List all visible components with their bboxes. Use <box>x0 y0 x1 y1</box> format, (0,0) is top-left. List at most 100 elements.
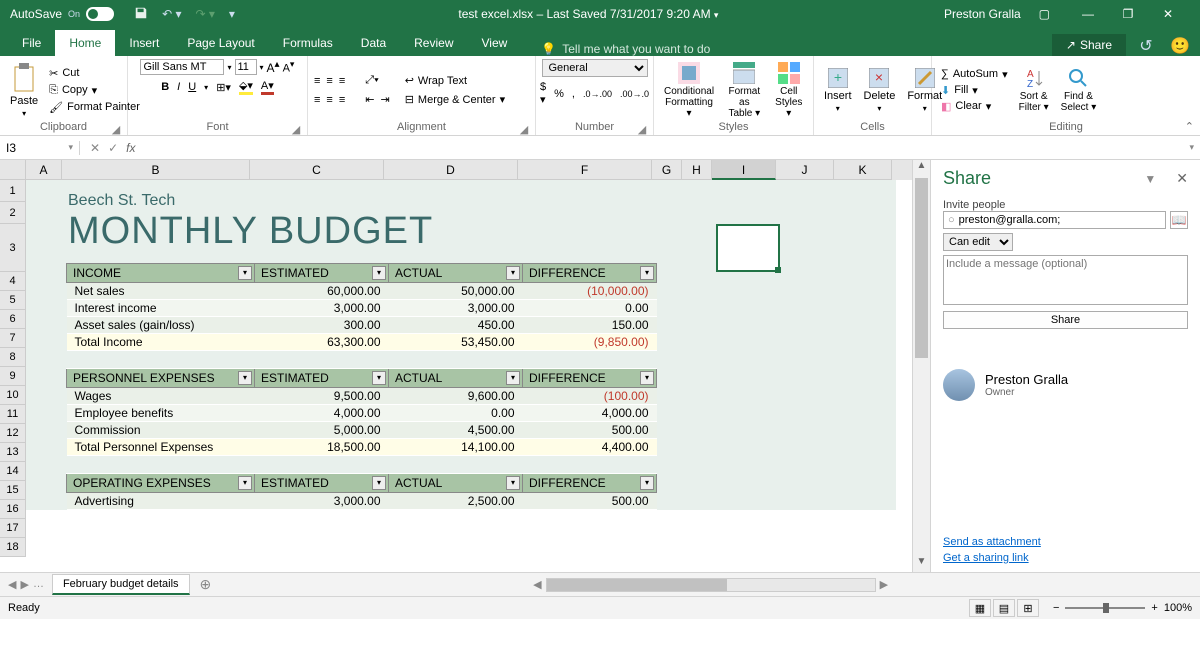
qat-customize-icon[interactable]: ▾ <box>229 7 235 21</box>
increase-indent-icon[interactable]: ⇥ <box>380 93 389 106</box>
tab-formulas[interactable]: Formulas <box>269 30 347 56</box>
orientation-icon[interactable]: ⤢▾ <box>365 74 378 87</box>
spreadsheet-grid[interactable]: A B C D F G H I J K 1 2 3 4 5 6 7 8 9 10 <box>0 160 912 572</box>
zoom-out-icon[interactable]: − <box>1053 602 1059 614</box>
row-header[interactable]: 9 <box>0 367 26 386</box>
border-icon[interactable]: ⊞▾ <box>216 81 231 94</box>
launcher-icon[interactable]: ◢ <box>291 123 301 133</box>
vertical-scrollbar[interactable]: ▲ ▼ <box>912 160 930 572</box>
enter-formula-icon[interactable]: ✓ <box>108 141 118 155</box>
align-right-icon[interactable]: ≡ <box>339 94 345 106</box>
hscroll-thumb[interactable] <box>547 579 727 591</box>
cancel-formula-icon[interactable]: ✕ <box>90 141 100 155</box>
row-header[interactable]: 2 <box>0 202 26 224</box>
decrease-indent-icon[interactable]: ⇤ <box>365 93 374 106</box>
row-header[interactable]: 8 <box>0 348 26 367</box>
scroll-thumb[interactable] <box>915 178 928 358</box>
col-header[interactable]: H <box>682 160 712 180</box>
zoom-in-icon[interactable]: + <box>1151 602 1157 614</box>
find-select-button[interactable]: Find &Select ▾ <box>1057 65 1101 115</box>
add-sheet-icon[interactable]: ⊕ <box>190 576 222 593</box>
row-header[interactable]: 10 <box>0 386 26 405</box>
decrease-decimal-icon[interactable]: .00→.0 <box>620 89 649 99</box>
tab-data[interactable]: Data <box>347 30 400 56</box>
tab-home[interactable]: Home <box>55 30 115 56</box>
launcher-icon[interactable]: ◢ <box>111 123 121 133</box>
row-header[interactable]: 3 <box>0 224 26 272</box>
col-header[interactable]: D <box>384 160 518 180</box>
merge-center-button[interactable]: ⊟Merge & Center ▾ <box>402 92 508 107</box>
row-header[interactable]: 18 <box>0 538 26 557</box>
row-header[interactable]: 7 <box>0 329 26 348</box>
col-header[interactable]: C <box>250 160 384 180</box>
clear-button[interactable]: ◧Clear ▾ <box>938 99 1011 114</box>
row-header[interactable]: 11 <box>0 405 26 424</box>
address-book-icon[interactable]: 📖 <box>1170 211 1188 229</box>
sheet-prev-icon[interactable]: ◀ <box>8 578 16 591</box>
fill-button[interactable]: ⬇Fill ▾ <box>938 83 1011 98</box>
name-box[interactable]: I3▾ <box>0 141 80 155</box>
close-button[interactable]: ✕ <box>1148 0 1188 28</box>
autosum-button[interactable]: ∑AutoSum ▾ <box>938 67 1011 82</box>
redo-icon[interactable]: ↷ ▾ <box>195 7 214 21</box>
col-header[interactable]: K <box>834 160 892 180</box>
align-left-icon[interactable]: ≡ <box>314 94 320 106</box>
accounting-icon[interactable]: $ ▾ <box>540 81 546 106</box>
comma-icon[interactable]: , <box>572 88 575 100</box>
autosave-toggle-icon[interactable] <box>86 7 114 21</box>
col-header[interactable]: G <box>652 160 682 180</box>
row-header[interactable]: 17 <box>0 519 26 538</box>
align-top-icon[interactable]: ≡ <box>314 75 320 87</box>
col-header[interactable]: J <box>776 160 834 180</box>
launcher-icon[interactable]: ◢ <box>637 123 647 133</box>
share-button[interactable]: ↗ Share <box>1052 34 1126 56</box>
close-pane-icon[interactable]: ✕ <box>1176 170 1188 186</box>
row-header[interactable]: 1 <box>0 180 26 202</box>
increase-font-icon[interactable]: A▴ <box>267 59 280 75</box>
view-page-layout-icon[interactable]: ▤ <box>993 599 1015 617</box>
align-center-icon[interactable]: ≡ <box>326 94 332 106</box>
row-header[interactable]: 5 <box>0 291 26 310</box>
wrap-text-button[interactable]: ↩Wrap Text <box>402 73 508 88</box>
permission-select[interactable]: Can edit <box>943 233 1013 251</box>
sheet-more-icon[interactable]: … <box>33 578 44 591</box>
expand-formula-icon[interactable]: ▾ <box>1183 142 1200 153</box>
row-header[interactable]: 6 <box>0 310 26 329</box>
increase-decimal-icon[interactable]: .0→.00 <box>583 89 612 99</box>
view-normal-icon[interactable]: ▦ <box>969 599 991 617</box>
format-as-table-button[interactable]: Format asTable ▾ <box>722 60 767 121</box>
underline-button[interactable]: U <box>188 81 196 93</box>
row-header[interactable]: 15 <box>0 481 26 500</box>
fill-color-icon[interactable]: ⬙▾ <box>239 79 253 95</box>
fx-icon[interactable]: fx <box>126 141 135 155</box>
view-page-break-icon[interactable]: ⊞ <box>1017 599 1039 617</box>
font-name-input[interactable] <box>140 59 224 75</box>
minimize-button[interactable]: — <box>1068 0 1108 28</box>
scroll-down-icon[interactable]: ▼ <box>913 556 930 572</box>
select-all-corner[interactable] <box>0 160 26 180</box>
row-header[interactable]: 14 <box>0 462 26 481</box>
tab-view[interactable]: View <box>468 30 522 56</box>
user-name[interactable]: Preston Gralla <box>944 7 1021 21</box>
tell-me-search[interactable]: 💡 Tell me what you want to do <box>521 42 1052 56</box>
tab-file[interactable]: File <box>8 30 55 56</box>
font-color-icon[interactable]: A▾ <box>261 79 274 95</box>
col-header[interactable]: F <box>518 160 652 180</box>
share-message-input[interactable] <box>943 255 1188 305</box>
align-middle-icon[interactable]: ≡ <box>326 75 332 87</box>
ribbon-display-icon[interactable]: ▢ <box>1039 7 1050 21</box>
share-dropdown-icon[interactable]: ▼ <box>1144 172 1156 186</box>
zoom-slider[interactable] <box>1065 607 1145 609</box>
decrease-font-icon[interactable]: A▾ <box>283 59 295 75</box>
get-sharing-link[interactable]: Get a sharing link <box>943 552 1188 564</box>
feedback-smiley-icon[interactable]: 🙂 <box>1166 36 1194 56</box>
row-header[interactable]: 16 <box>0 500 26 519</box>
number-format-select[interactable]: General <box>542 59 648 77</box>
align-bottom-icon[interactable]: ≡ <box>339 75 345 87</box>
tab-page-layout[interactable]: Page Layout <box>173 30 268 56</box>
col-header[interactable]: A <box>26 160 62 180</box>
sheet-tab[interactable]: February budget details <box>52 574 190 595</box>
save-icon[interactable] <box>134 6 148 23</box>
undo-icon[interactable]: ↶ ▾ <box>162 7 181 21</box>
launcher-icon[interactable]: ◢ <box>519 123 529 133</box>
